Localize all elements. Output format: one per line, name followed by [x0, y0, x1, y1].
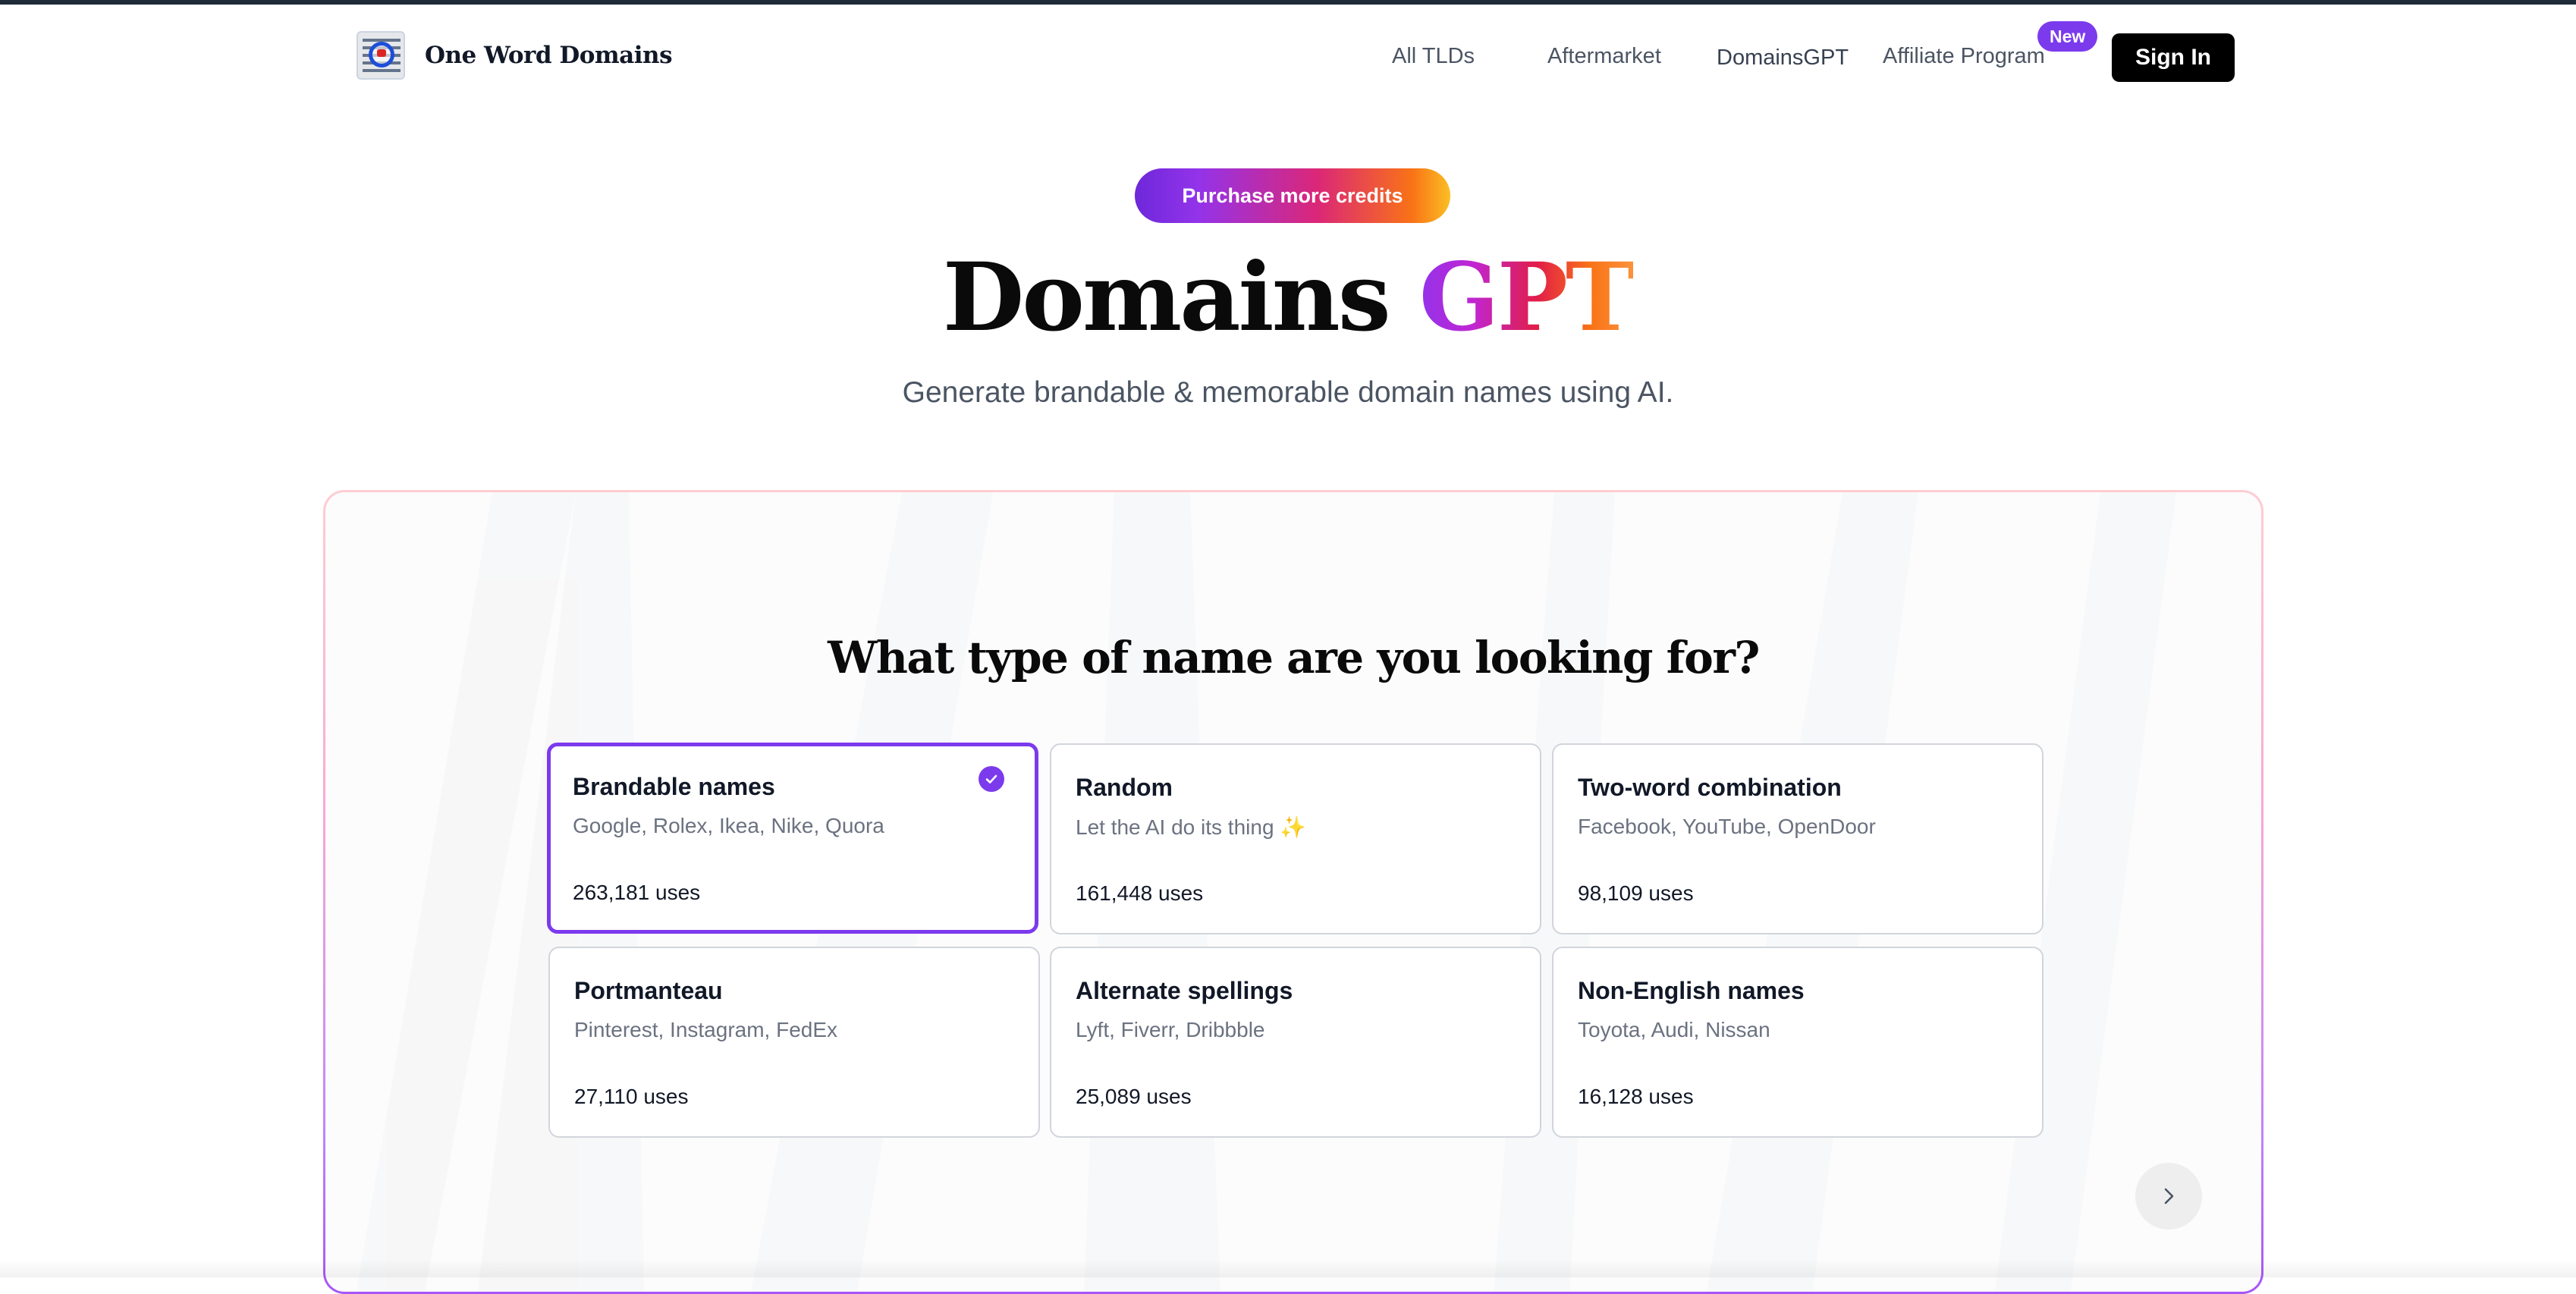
sparkle-icon: ✨ — [1280, 815, 1307, 839]
card-description-text: Let the AI do its thing — [1076, 815, 1274, 839]
card-title: Alternate spellings — [1076, 977, 1293, 1004]
card-uses: 25,089 uses — [1076, 1085, 1192, 1108]
card-uses: 27,110 uses — [574, 1085, 689, 1108]
card-title: Two-word combination — [1578, 774, 1842, 801]
new-badge: New — [2037, 21, 2098, 52]
card-uses: 16,128 uses — [1578, 1085, 1694, 1108]
page-subtitle: Generate brandable & memorable domain na… — [902, 376, 1674, 409]
card-description: Let the AI do its thing ✨ — [1076, 815, 1306, 840]
card-title: Brandable names — [573, 773, 775, 800]
name-type-panel: What type of name are you looking for? B… — [323, 490, 2263, 1294]
card-alternate-spellings[interactable]: Alternate spellings Lyft, Fiverr, Dribbb… — [1050, 947, 1541, 1138]
nav-all-tlds[interactable]: All TLDs — [1392, 44, 1475, 69]
purchase-credits-button[interactable]: Purchase more credits — [1135, 168, 1450, 223]
card-description: Toyota, Audi, Nissan — [1578, 1018, 1770, 1041]
card-portmanteau[interactable]: Portmanteau Pinterest, Instagram, FedEx … — [548, 947, 1040, 1138]
navbar: One Word Domains All TLDs Aftermarket Do… — [0, 5, 2576, 102]
chevron-right-icon — [2164, 1188, 2174, 1204]
card-description: Google, Rolex, Ikea, Nike, Quora — [573, 814, 884, 837]
page-title-main: Domains — [942, 243, 1391, 353]
card-two-word-combination[interactable]: Two-word combination Facebook, YouTube, … — [1552, 743, 2044, 934]
card-brandable-names[interactable]: Brandable names Google, Rolex, Ikea, Nik… — [547, 743, 1038, 934]
card-uses: 161,448 uses — [1076, 881, 1204, 905]
card-title: Non-English names — [1578, 977, 1805, 1004]
page-title-accent: GPT — [1418, 243, 1635, 353]
nav-affiliate-program[interactable]: Affiliate Program — [1883, 44, 2045, 69]
card-random[interactable]: Random Let the AI do its thing ✨ 161,448… — [1050, 743, 1541, 934]
card-non-english-names[interactable]: Non-English names Toyota, Audi, Nissan 1… — [1552, 947, 2044, 1138]
card-description: Pinterest, Instagram, FedEx — [574, 1018, 838, 1041]
card-title: Portmanteau — [574, 977, 723, 1004]
nav-aftermarket[interactable]: Aftermarket — [1547, 44, 1661, 69]
card-description: Lyft, Fiverr, Dribbble — [1076, 1018, 1265, 1041]
next-button[interactable] — [2135, 1163, 2202, 1230]
nav-domainsgpt[interactable]: DomainsGPT — [1717, 46, 1849, 71]
bottom-shade — [0, 1259, 2576, 1277]
panel-heading: What type of name are you looking for? — [828, 632, 1760, 683]
sign-in-button[interactable]: Sign In — [2112, 33, 2235, 82]
card-description: Facebook, YouTube, OpenDoor — [1578, 815, 1876, 838]
page-title: Domains GPT — [0, 241, 2576, 355]
card-uses: 263,181 uses — [573, 881, 701, 904]
card-title: Random — [1076, 774, 1173, 801]
check-circle-icon — [979, 766, 1004, 792]
card-uses: 98,109 uses — [1578, 881, 1694, 905]
